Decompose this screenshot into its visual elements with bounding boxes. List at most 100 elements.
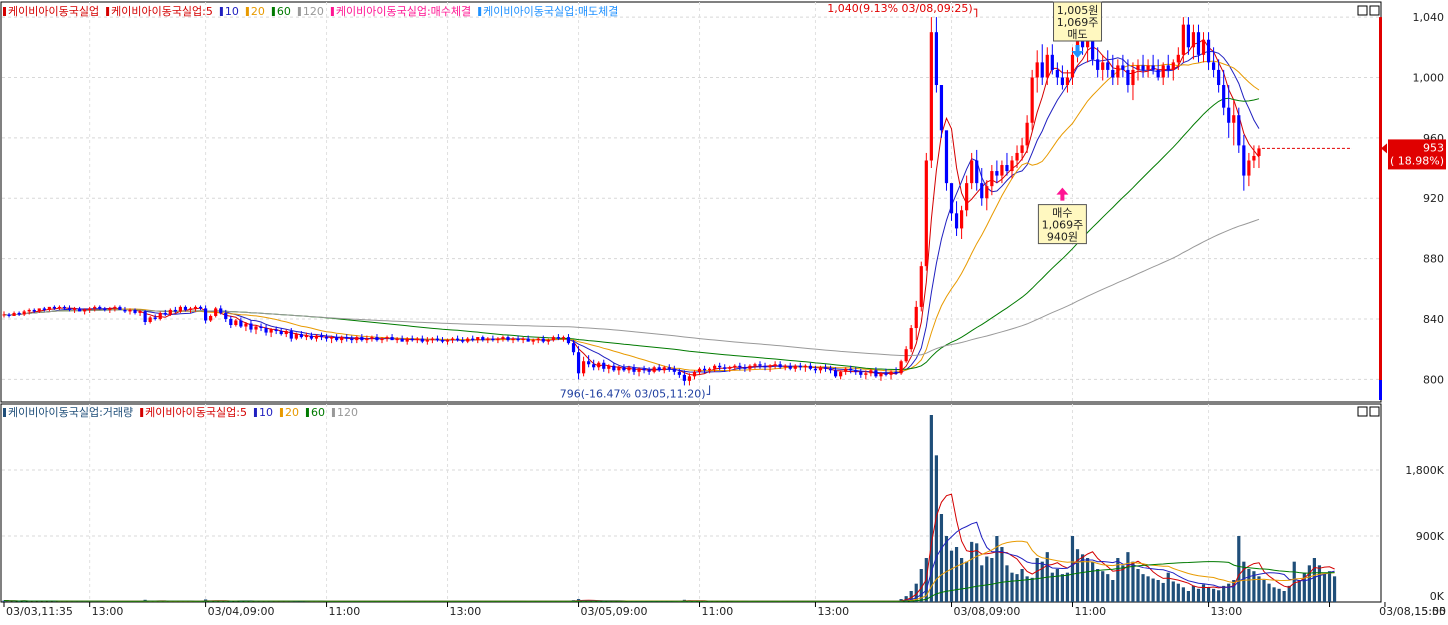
candle-body — [1131, 69, 1135, 86]
candle-body — [844, 368, 848, 372]
candle-body — [521, 338, 525, 341]
volume-bar — [1126, 552, 1130, 602]
candle-body — [1212, 62, 1216, 70]
volume-bar — [1010, 572, 1014, 602]
candle-body — [173, 309, 177, 312]
candle-body — [561, 337, 566, 339]
candle-body — [385, 337, 389, 339]
candle-body — [1232, 115, 1236, 123]
candle-body — [944, 130, 949, 184]
volume-bar — [1282, 591, 1286, 602]
volume-bar — [1121, 565, 1125, 602]
candle-body — [682, 374, 686, 381]
candle-body — [511, 338, 515, 341]
volume-bar — [1060, 574, 1064, 602]
candle-body — [1191, 32, 1196, 48]
candle-body — [27, 309, 31, 312]
candle-body — [335, 337, 339, 341]
volume-bar — [1161, 582, 1165, 602]
volume-y-axis: 1,800K 900K 0K — [1405, 464, 1444, 603]
volume-legend-swatch — [331, 408, 335, 417]
volume-bar — [980, 565, 984, 602]
candle-body — [193, 306, 198, 309]
candle-body — [1121, 65, 1125, 70]
candle-body — [904, 349, 908, 362]
candle-body — [1091, 39, 1095, 60]
volume-bar — [1292, 561, 1296, 602]
candle-body — [1206, 39, 1211, 63]
candle-body — [289, 331, 293, 339]
price-legend-swatch — [219, 7, 223, 16]
volume-panel[interactable]: 1,800K 900K 0K 케이비아이동국실업:거래량 케이비아이동국실업:5 10 2… — [0, 403, 1445, 603]
price-panel[interactable]: 1,0401,000960920880840800 1,040(9.13% 03… — [0, 1, 1446, 403]
candle-body — [22, 311, 26, 315]
candle-body — [350, 338, 354, 341]
candle-body — [42, 308, 46, 310]
candle-body — [93, 306, 97, 309]
candle-body — [254, 326, 258, 330]
volume-bar — [954, 547, 959, 602]
volume-panel-maximize-button[interactable] — [1357, 406, 1368, 417]
candle-body — [103, 308, 107, 310]
candle-body — [360, 337, 364, 341]
candle-body — [546, 340, 550, 342]
volume-bar — [1086, 558, 1090, 602]
volume-bar — [1070, 536, 1075, 602]
volume-bar — [1307, 565, 1311, 602]
candle-body — [37, 308, 41, 312]
candle-body — [723, 367, 727, 369]
candle-body — [763, 365, 767, 368]
candle-body — [1257, 148, 1261, 156]
volume-ma20-line — [3, 540, 1335, 602]
candle-body — [556, 337, 560, 339]
candle-body — [899, 361, 903, 374]
x-tick-label: 03/08,15:55 — [1379, 605, 1446, 618]
candle-body — [597, 362, 601, 368]
candle-body — [924, 160, 928, 267]
candle-body — [133, 309, 137, 313]
volume-bar — [1106, 574, 1110, 602]
volume-legend-swatch — [305, 408, 309, 417]
candle-body — [954, 213, 959, 229]
x-tick-label: 13:00 — [92, 605, 124, 618]
stock-chart[interactable]: 1,040 1,000 960 920 880 840 800 1,040(9.13% 03… — [0, 0, 1448, 622]
volume-bar — [1312, 558, 1316, 602]
candle-body — [607, 365, 611, 369]
candle-body — [229, 318, 233, 326]
candle-body — [773, 364, 777, 366]
price-legend-label: 10 — [225, 5, 239, 18]
candle-body — [249, 323, 253, 330]
volume-bar — [1297, 580, 1301, 602]
candle-body — [879, 373, 883, 377]
candle-body — [224, 312, 228, 319]
candle-body — [299, 334, 303, 338]
candle-body — [960, 210, 964, 229]
candle-body — [430, 338, 434, 341]
candle-body — [67, 308, 72, 310]
candle-body — [375, 337, 379, 341]
volume-bar — [1055, 569, 1059, 602]
chart-svg[interactable]: 1,0401,000960920880840800 1,040(9.13% 03… — [0, 0, 1448, 622]
volume-panel-close-button[interactable] — [1369, 406, 1380, 417]
candle-body — [642, 368, 646, 371]
candle-body — [536, 338, 540, 341]
candle-body — [1096, 59, 1100, 70]
volume-legend-label: 60 — [311, 406, 325, 419]
price-panel-maximize-button[interactable] — [1357, 5, 1368, 16]
x-tick-label: 03/04,09:00 — [208, 605, 275, 618]
volume-tick-label: 1,800K — [1405, 464, 1444, 477]
price-panel-close-button[interactable] — [1369, 5, 1380, 16]
candle-body — [753, 364, 757, 366]
sell-annotation-text: 매도 — [1067, 28, 1087, 41]
candle-body — [420, 338, 424, 342]
candle-body — [874, 370, 878, 377]
candle-body — [990, 171, 994, 187]
x-tick-label: 11:00 — [702, 605, 734, 618]
candle-body — [466, 338, 470, 342]
candle-body — [355, 337, 359, 341]
price-tick-label: 920 — [1423, 192, 1444, 205]
candle-body — [294, 334, 298, 339]
candle-body — [234, 320, 238, 326]
candle-body — [415, 338, 419, 341]
candle-body — [395, 338, 399, 341]
